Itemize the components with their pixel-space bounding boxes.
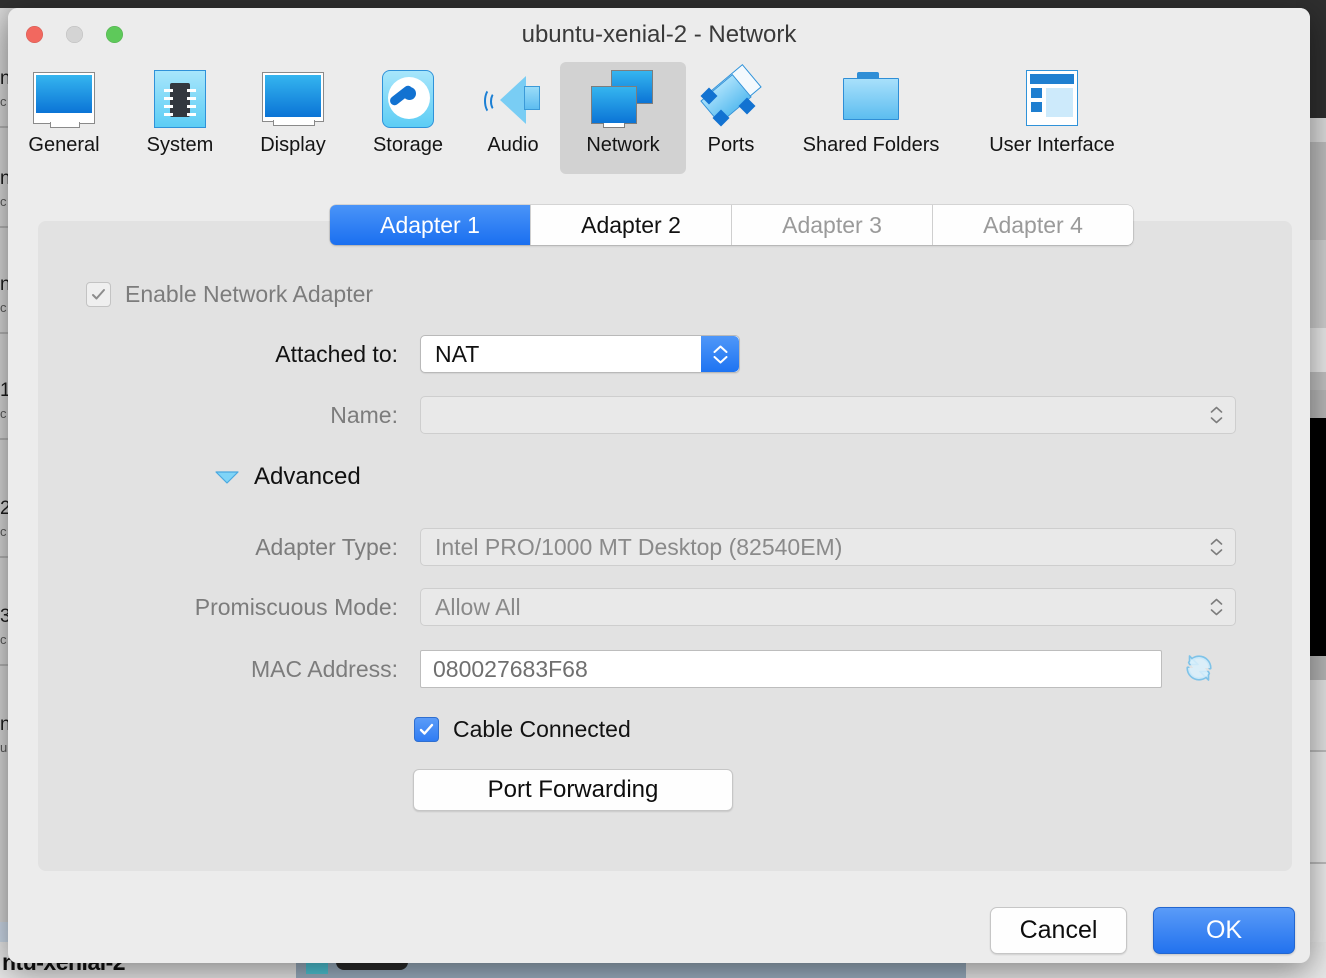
attached-to-row: Attached to: NAT (38, 335, 1292, 373)
tab-adapter-2-label: Adapter 2 (581, 211, 681, 238)
name-stepper[interactable] (1207, 397, 1225, 433)
enable-network-adapter-label: Enable Network Adapter (125, 281, 374, 307)
general-icon (12, 68, 116, 132)
toolbar-label-network: Network (586, 134, 660, 156)
chevron-up-icon (1210, 538, 1222, 545)
mac-address-label: MAC Address: (251, 655, 398, 682)
attached-to-label: Attached to: (275, 340, 398, 367)
settings-toolbar: General System Display Storage Audio Net… (8, 60, 1310, 177)
ok-label: OK (1205, 916, 1243, 944)
chevron-down-icon (1210, 549, 1222, 556)
adapter-settings-panel: Enable Network Adapter Attached to: NAT … (38, 221, 1292, 871)
toolbar-item-shared-folders[interactable]: Shared Folders (783, 62, 959, 174)
checkmark-icon (92, 289, 105, 300)
port-forwarding-label: Port Forwarding (487, 776, 659, 803)
adapter-type-select[interactable]: Intel PRO/1000 MT Desktop (82540EM) (420, 528, 1236, 566)
tab-adapter-3[interactable]: Adapter 3 (732, 205, 933, 245)
mac-address-value: 080027683F68 (433, 655, 588, 682)
toolbar-label-display: Display (260, 134, 326, 156)
attached-to-value: NAT (435, 340, 480, 367)
enable-network-adapter-row[interactable]: Enable Network Adapter (86, 281, 373, 308)
advanced-disclosure[interactable]: Advanced (214, 463, 361, 491)
toolbar-label-storage: Storage (372, 134, 444, 156)
advanced-label: Advanced (254, 463, 361, 490)
toolbar-item-user-interface[interactable]: User Interface (966, 62, 1138, 174)
chevron-up-icon (1210, 406, 1222, 413)
promiscuous-mode-stepper[interactable] (1207, 589, 1225, 625)
cable-connected-row[interactable]: Cable Connected (414, 716, 631, 743)
adapter-type-value: Intel PRO/1000 MT Desktop (82540EM) (435, 533, 843, 560)
toolbar-item-display[interactable]: Display (241, 62, 345, 174)
name-select[interactable] (420, 396, 1236, 434)
display-icon (241, 68, 345, 132)
port-forwarding-button[interactable]: Port Forwarding (413, 769, 733, 811)
network-settings-dialog: ubuntu-xenial-2 - Network General System… (8, 8, 1310, 963)
mac-address-input[interactable]: 080027683F68 (420, 650, 1162, 688)
toolbar-item-network[interactable]: Network (560, 62, 686, 174)
network-icon (560, 68, 686, 132)
triangle-down-icon[interactable] (214, 469, 240, 485)
promiscuous-mode-row: Promiscuous Mode: Allow All (38, 588, 1292, 626)
chevron-up-icon (1210, 598, 1222, 605)
cable-connected-label: Cable Connected (453, 716, 631, 742)
adapter-type-row: Adapter Type: Intel PRO/1000 MT Desktop … (38, 528, 1292, 566)
adapter-type-label: Adapter Type: (255, 533, 398, 560)
adapter-type-stepper[interactable] (1207, 529, 1225, 565)
tab-adapter-3-label: Adapter 3 (782, 211, 882, 238)
enable-network-adapter-checkbox[interactable] (86, 282, 111, 307)
system-icon (128, 68, 232, 132)
chevron-down-icon (1210, 609, 1222, 616)
storage-icon (354, 68, 462, 132)
tab-adapter-4[interactable]: Adapter 4 (933, 205, 1133, 245)
toolbar-label-user-interface: User Interface (989, 134, 1115, 156)
ports-icon (690, 64, 772, 132)
tab-adapter-4-label: Adapter 4 (983, 211, 1083, 238)
promiscuous-mode-label: Promiscuous Mode: (194, 593, 398, 620)
chevron-up-icon (713, 345, 727, 353)
toolbar-label-system: System (146, 134, 214, 156)
ok-button[interactable]: OK (1153, 907, 1295, 954)
chevron-down-icon (1210, 417, 1222, 424)
tab-adapter-2[interactable]: Adapter 2 (531, 205, 732, 245)
tab-adapter-1-label: Adapter 1 (380, 211, 480, 238)
cancel-button[interactable]: Cancel (990, 907, 1127, 954)
attached-to-select[interactable]: NAT (420, 335, 740, 373)
refresh-icon[interactable] (1180, 649, 1218, 687)
toolbar-label-ports: Ports (707, 134, 755, 156)
mac-address-row: MAC Address: 080027683F68 (38, 650, 1292, 688)
toolbar-item-audio[interactable]: Audio (470, 62, 556, 174)
shared-folders-icon (783, 68, 959, 132)
window-title: ubuntu-xenial-2 - Network (521, 21, 797, 48)
toolbar-label-general: General (28, 134, 100, 156)
checkmark-icon (419, 723, 434, 735)
toolbar-item-ports[interactable]: Ports (690, 62, 772, 174)
toolbar-item-general[interactable]: General (12, 62, 116, 174)
promiscuous-mode-value: Allow All (435, 593, 521, 620)
tab-adapter-1[interactable]: Adapter 1 (330, 205, 531, 245)
title-bar: ubuntu-xenial-2 - Network (8, 8, 1310, 60)
chevron-down-icon (713, 355, 727, 363)
attached-to-stepper[interactable] (701, 336, 739, 372)
toolbar-label-audio: Audio (487, 134, 539, 156)
cable-connected-checkbox[interactable] (414, 717, 439, 742)
toolbar-label-shared-folders: Shared Folders (802, 134, 940, 156)
toolbar-item-system[interactable]: System (128, 62, 232, 174)
audio-icon (470, 68, 556, 132)
promiscuous-mode-select[interactable]: Allow All (420, 588, 1236, 626)
toolbar-item-storage[interactable]: Storage (354, 62, 462, 174)
adapter-tabs: Adapter 1 Adapter 2 Adapter 3 Adapter 4 (330, 205, 1133, 245)
name-label: Name: (330, 401, 398, 428)
cancel-label: Cancel (1019, 916, 1098, 944)
name-row: Name: (38, 396, 1292, 434)
user-interface-icon (966, 68, 1138, 132)
